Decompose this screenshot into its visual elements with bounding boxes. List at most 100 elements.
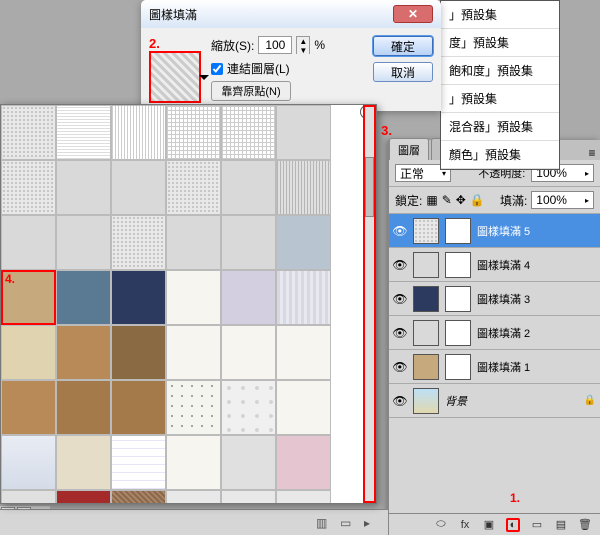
pattern-thumb[interactable] (276, 270, 331, 325)
preset-item[interactable]: 飽和度」預設集 (441, 57, 559, 85)
visibility-icon[interactable]: 👁 (393, 394, 407, 408)
preset-menu[interactable]: 」預設集 度」預設集 飽和度」預設集 」預設集 混合器」預設集 顏色」預設集 (440, 0, 560, 170)
layer-thumb[interactable] (413, 320, 439, 346)
pattern-thumb-selected[interactable]: 4. (1, 270, 56, 325)
visibility-icon[interactable]: 👁 (393, 258, 407, 272)
preset-item[interactable]: 」預設集 (441, 1, 559, 29)
adjustment-layer-icon[interactable]: ◐ (506, 518, 520, 532)
pattern-thumb[interactable] (166, 380, 221, 435)
pattern-thumb[interactable] (221, 490, 276, 503)
pattern-thumb[interactable] (276, 435, 331, 490)
pattern-thumb[interactable] (111, 105, 166, 160)
scrollbar-thumb[interactable] (365, 157, 374, 217)
pattern-thumb[interactable] (111, 380, 166, 435)
pattern-thumb[interactable] (1, 490, 56, 503)
mask-thumb[interactable] (445, 218, 471, 244)
pattern-thumb[interactable] (56, 105, 111, 160)
layer-row[interactable]: 👁 圖樣填滿 3 (389, 282, 600, 316)
mask-thumb[interactable] (445, 286, 471, 312)
pattern-thumb[interactable] (56, 435, 111, 490)
lock-pixels-icon[interactable]: ✎ (442, 193, 452, 207)
trash-icon[interactable]: 🗑 (578, 518, 592, 532)
pattern-thumb[interactable] (221, 105, 276, 160)
pattern-thumb[interactable] (276, 380, 331, 435)
pattern-thumb[interactable] (221, 160, 276, 215)
pattern-thumb[interactable] (221, 325, 276, 380)
link-layer-checkbox[interactable] (211, 63, 223, 75)
layer-row[interactable]: 👁 圖樣填滿 5 (389, 214, 600, 248)
visibility-icon[interactable]: 👁 (393, 224, 407, 238)
scale-input[interactable] (258, 36, 292, 54)
pattern-thumb[interactable] (166, 270, 221, 325)
doc-arrange-icon[interactable]: ▥ (316, 516, 330, 530)
cancel-button[interactable]: 取消 (373, 62, 433, 82)
pattern-thumb[interactable] (166, 215, 221, 270)
visibility-icon[interactable]: 👁 (393, 326, 407, 340)
mask-thumb[interactable] (445, 354, 471, 380)
mask-thumb[interactable] (445, 320, 471, 346)
pattern-thumb[interactable] (56, 325, 111, 380)
scale-spinner[interactable]: ▲▼ (296, 36, 310, 54)
pattern-thumb[interactable] (111, 325, 166, 380)
ok-button[interactable]: 確定 (373, 36, 433, 56)
pattern-thumb[interactable] (221, 380, 276, 435)
lock-all-icon[interactable]: 🔒 (470, 193, 485, 207)
pattern-thumb[interactable] (276, 490, 331, 503)
close-button[interactable]: ✕ (393, 5, 433, 23)
pattern-thumb[interactable] (1, 215, 56, 270)
pattern-thumb[interactable] (221, 270, 276, 325)
layer-thumb[interactable] (413, 286, 439, 312)
layer-row[interactable]: 👁 圖樣填滿 2 (389, 316, 600, 350)
doc-screen-icon[interactable]: ▭ (340, 516, 354, 530)
layer-thumb[interactable] (413, 218, 439, 244)
pattern-thumb[interactable] (1, 325, 56, 380)
pattern-thumb[interactable] (111, 215, 166, 270)
pattern-thumb[interactable] (221, 435, 276, 490)
pattern-thumb[interactable] (166, 160, 221, 215)
layer-row[interactable]: 👁 背景 🔒 (389, 384, 600, 418)
pattern-thumb[interactable] (1, 105, 56, 160)
pattern-thumb[interactable] (166, 435, 221, 490)
fx-icon[interactable]: fx (458, 518, 472, 532)
preset-item[interactable]: 混合器」預設集 (441, 113, 559, 141)
pattern-thumb[interactable] (56, 160, 111, 215)
pattern-thumb[interactable] (1, 160, 56, 215)
layer-row[interactable]: 👁 圖樣填滿 4 (389, 248, 600, 282)
pattern-thumb[interactable] (1, 380, 56, 435)
pattern-swatch[interactable] (149, 51, 201, 103)
preset-item[interactable]: 度」預設集 (441, 29, 559, 57)
visibility-icon[interactable]: 👁 (393, 360, 407, 374)
pattern-thumb[interactable] (166, 490, 221, 503)
lock-transparency-icon[interactable]: ▦ (426, 193, 437, 207)
chevron-down-icon[interactable] (199, 75, 209, 80)
preset-item[interactable]: 」預設集 (441, 85, 559, 113)
picker-scrollbar[interactable] (363, 105, 376, 503)
pattern-thumb[interactable] (111, 160, 166, 215)
pattern-thumb[interactable] (56, 215, 111, 270)
link-layers-icon[interactable]: ⬭ (434, 518, 448, 532)
mask-icon[interactable]: ▣ (482, 518, 496, 532)
panel-menu-icon[interactable]: ≡ (584, 146, 600, 160)
pattern-thumb[interactable] (276, 160, 331, 215)
layer-thumb[interactable] (413, 354, 439, 380)
pattern-thumb[interactable] (276, 325, 331, 380)
pattern-thumb[interactable] (276, 105, 331, 160)
doc-menu-icon[interactable]: ▸ (364, 516, 378, 530)
layer-thumb[interactable] (413, 388, 439, 414)
pattern-thumb[interactable] (276, 215, 331, 270)
preset-item[interactable]: 顏色」預設集 (441, 141, 559, 169)
fill-input[interactable]: 100%▸ (531, 191, 594, 209)
pattern-thumb[interactable] (221, 215, 276, 270)
pattern-thumb[interactable] (56, 270, 111, 325)
pattern-thumb[interactable] (1, 435, 56, 490)
pattern-thumb[interactable] (166, 325, 221, 380)
pattern-thumb[interactable] (56, 490, 111, 503)
group-icon[interactable]: ▭ (530, 518, 544, 532)
layer-thumb[interactable] (413, 252, 439, 278)
pattern-thumb[interactable] (111, 270, 166, 325)
pattern-thumb[interactable] (166, 105, 221, 160)
tab-layers[interactable]: 圖層 (389, 138, 429, 160)
pattern-thumb[interactable] (56, 380, 111, 435)
visibility-icon[interactable]: 👁 (393, 292, 407, 306)
mask-thumb[interactable] (445, 252, 471, 278)
